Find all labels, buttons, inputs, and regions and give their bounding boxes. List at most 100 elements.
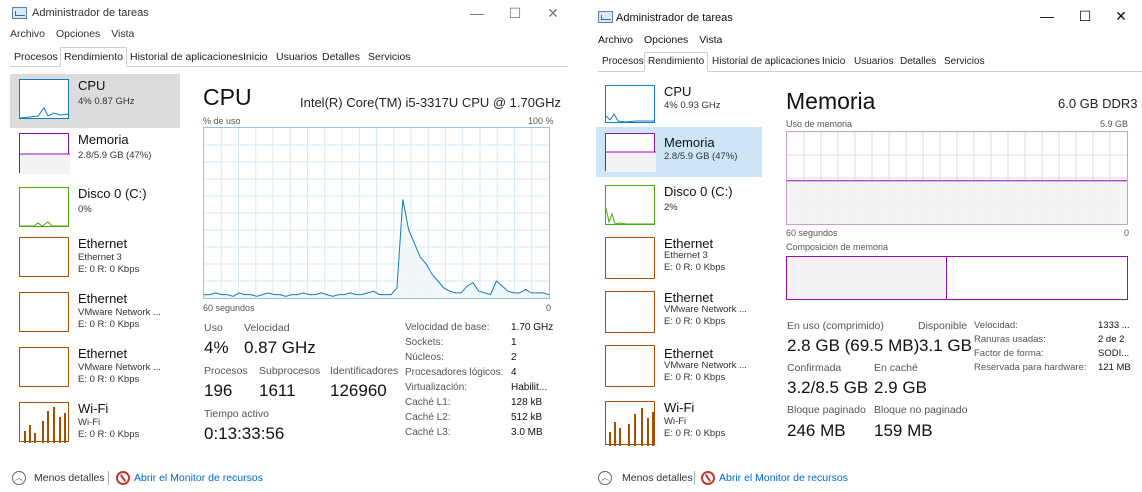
- sidebar-item-wifi[interactable]: Wi-Fi Wi-Fi E: 0 R: 0 Kbps: [596, 396, 762, 446]
- memory-thumbnail-graph: [19, 133, 70, 174]
- sidebar-item-wifi[interactable]: Wi-Fi Wi-Fi E: 0 R: 0 Kbps: [10, 397, 180, 451]
- sidebar-item-label: Memoria: [78, 132, 129, 147]
- sidebar-item-throughput: E: 0 R: 0 Kbps: [664, 262, 726, 273]
- sidebar-item-detail: VMware Network ...: [78, 362, 161, 373]
- window-gap: [568, 0, 584, 492]
- maximize-button[interactable]: ☐: [500, 3, 530, 23]
- sidebar-item-throughput: E: 0 R: 0 Kbps: [78, 374, 140, 385]
- tab-procesos[interactable]: Procesos: [10, 47, 62, 67]
- menu-opciones[interactable]: Opciones: [644, 34, 688, 46]
- menu-archivo[interactable]: Archivo: [598, 34, 633, 46]
- sidebar-item-label: Ethernet: [664, 290, 714, 305]
- sidebar-item-label: Ethernet: [78, 236, 128, 251]
- sidebar-item-throughput: E: 0 R: 0 Kbps: [78, 319, 140, 330]
- sidebar-item-ethernet[interactable]: Ethernet Ethernet 3 E: 0 R: 0 Kbps: [596, 232, 762, 282]
- sidebar-item-label: Ethernet: [78, 346, 128, 361]
- tab-procesos[interactable]: Procesos: [598, 52, 648, 72]
- spec-label: Sockets:: [405, 337, 444, 348]
- sidebar-item-cpu[interactable]: CPU 4% 0.87 GHz: [10, 74, 180, 128]
- sidebar-item-label: Ethernet: [664, 346, 714, 361]
- tab-servicios[interactable]: Servicios: [940, 52, 989, 72]
- subprocesos-value: 1611: [259, 381, 296, 400]
- identificadores-value: 126960: [330, 381, 387, 400]
- ethernet-thumbnail-graph: [19, 292, 69, 332]
- resource-monitor-link[interactable]: Abrir el Monitor de recursos: [134, 472, 263, 484]
- en-uso-value: 2.8 GB (69.5 MB): [787, 336, 920, 355]
- sidebar-item-label: Memoria: [664, 135, 715, 150]
- ethernet-thumbnail-graph: [605, 291, 655, 333]
- task-manager-window-cpu: Administrador de tareas — ☐ ✕ Archivo Op…: [0, 0, 568, 492]
- sidebar-item-detail: 2.8/5.9 GB (47%): [78, 150, 152, 161]
- tab-usuarios[interactable]: Usuarios: [272, 47, 321, 67]
- spec-value: 512 kB: [511, 412, 543, 423]
- minimize-button[interactable]: —: [1032, 6, 1062, 26]
- tab-servicios[interactable]: Servicios: [364, 47, 415, 67]
- spec-value: Habilit...: [511, 382, 548, 393]
- resource-monitor-link[interactable]: Abrir el Monitor de recursos: [719, 472, 848, 484]
- tab-inicio[interactable]: Inicio: [818, 52, 849, 72]
- tab-inicio[interactable]: Inicio: [239, 47, 272, 67]
- sidebar-item-label: Disco 0 (C:): [78, 186, 147, 201]
- chevron-up-icon[interactable]: ︿: [598, 471, 612, 485]
- menu-archivo[interactable]: Archivo: [10, 28, 45, 40]
- menu-vista[interactable]: Vista: [699, 34, 722, 46]
- spec-value: 2 de 2: [1098, 334, 1125, 345]
- less-details-link[interactable]: Menos detalles: [622, 472, 693, 484]
- menu-opciones[interactable]: Opciones: [56, 28, 100, 40]
- tiempo-activo-value: 0:13:33:56: [204, 424, 285, 443]
- sidebar-item-label: CPU: [664, 84, 692, 99]
- confirmada-label: Confirmada: [787, 362, 842, 374]
- title-bar: Administrador de tareas — ☐ ✕: [0, 0, 568, 26]
- tab-detalles[interactable]: Detalles: [318, 47, 364, 67]
- sidebar-item-label: CPU: [78, 78, 106, 93]
- graph-label: % de uso: [203, 116, 241, 126]
- sidebar-item-memoria[interactable]: Memoria 2.8/5.9 GB (47%): [596, 127, 762, 177]
- spec-label: Virtualización:: [405, 382, 468, 393]
- chevron-up-icon[interactable]: ︿: [12, 471, 26, 485]
- page-title: CPU: [203, 84, 252, 110]
- maximize-button[interactable]: ☐: [1070, 6, 1100, 26]
- spec-value: 1.70 GHz: [511, 322, 554, 333]
- menu-bar: Archivo Opciones Vista: [598, 34, 730, 46]
- close-button[interactable]: ✕: [1106, 6, 1136, 26]
- menu-vista[interactable]: Vista: [111, 28, 134, 40]
- sidebar-item-ethernet[interactable]: Ethernet Ethernet 3 E: 0 R: 0 Kbps: [10, 232, 180, 286]
- sidebar-item-memoria[interactable]: Memoria 2.8/5.9 GB (47%): [10, 128, 180, 182]
- sidebar-item-ethernet[interactable]: Ethernet VMware Network ... E: 0 R: 0 Kb…: [10, 342, 180, 396]
- sidebar-item-cpu[interactable]: CPU 4% 0.93 GHz: [596, 80, 762, 123]
- sidebar-item-detail: 4% 0.87 GHz: [78, 96, 135, 107]
- sidebar-item-disco[interactable]: Disco 0 (C:) 0%: [10, 182, 180, 236]
- sidebar-item-disco[interactable]: Disco 0 (C:) 2%: [596, 180, 762, 226]
- page-title: Memoria: [786, 88, 876, 114]
- sidebar-item-ethernet[interactable]: Ethernet VMware Network ... E: 0 R: 0 Kb…: [596, 340, 762, 390]
- title-bar: Administrador de tareas — ☐ ✕: [584, 0, 1142, 26]
- tab-historial[interactable]: Historial de aplicaciones: [126, 47, 247, 67]
- sidebar-item-ethernet[interactable]: Ethernet VMware Network ... E: 0 R: 0 Kb…: [10, 287, 180, 341]
- tab-rendimiento[interactable]: Rendimiento: [60, 47, 127, 67]
- procesos-label: Procesos: [204, 365, 248, 377]
- footer-separator: [694, 471, 695, 485]
- bloque-no-paginado-label: Bloque no paginado: [874, 404, 968, 416]
- sidebar-item-ethernet[interactable]: Ethernet VMware Network ... E: 0 R: 0 Kb…: [596, 286, 762, 336]
- minimize-button[interactable]: —: [462, 3, 492, 23]
- resource-monitor-icon: [116, 471, 130, 485]
- tab-historial[interactable]: Historial de aplicaciones: [708, 52, 824, 72]
- tab-detalles[interactable]: Detalles: [896, 52, 940, 72]
- sidebar-item-throughput: E: 0 R: 0 Kbps: [78, 264, 140, 275]
- graph-max-label: 100 %: [528, 116, 554, 126]
- sidebar-item-detail: Ethernet 3: [664, 250, 708, 261]
- tab-rendimiento[interactable]: Rendimiento: [644, 52, 709, 72]
- time-end-label: 0: [1124, 228, 1130, 238]
- ethernet-thumbnail-graph: [605, 345, 655, 387]
- close-button[interactable]: ✕: [538, 3, 568, 23]
- sidebar-item-detail: 4% 0.93 GHz: [664, 100, 721, 111]
- less-details-link[interactable]: Menos detalles: [34, 472, 105, 484]
- graph-label: Uso de memoria: [786, 119, 853, 129]
- sidebar-item-label: Ethernet: [664, 236, 714, 251]
- menu-bar: Archivo Opciones Vista: [10, 28, 142, 40]
- window-title: Administrador de tareas: [32, 7, 149, 19]
- sidebar-item-detail: VMware Network ...: [664, 304, 747, 315]
- time-range-label: 60 segundos: [203, 303, 255, 313]
- tab-usuarios[interactable]: Usuarios: [850, 52, 897, 72]
- cpu-usage-chart: [204, 128, 550, 298]
